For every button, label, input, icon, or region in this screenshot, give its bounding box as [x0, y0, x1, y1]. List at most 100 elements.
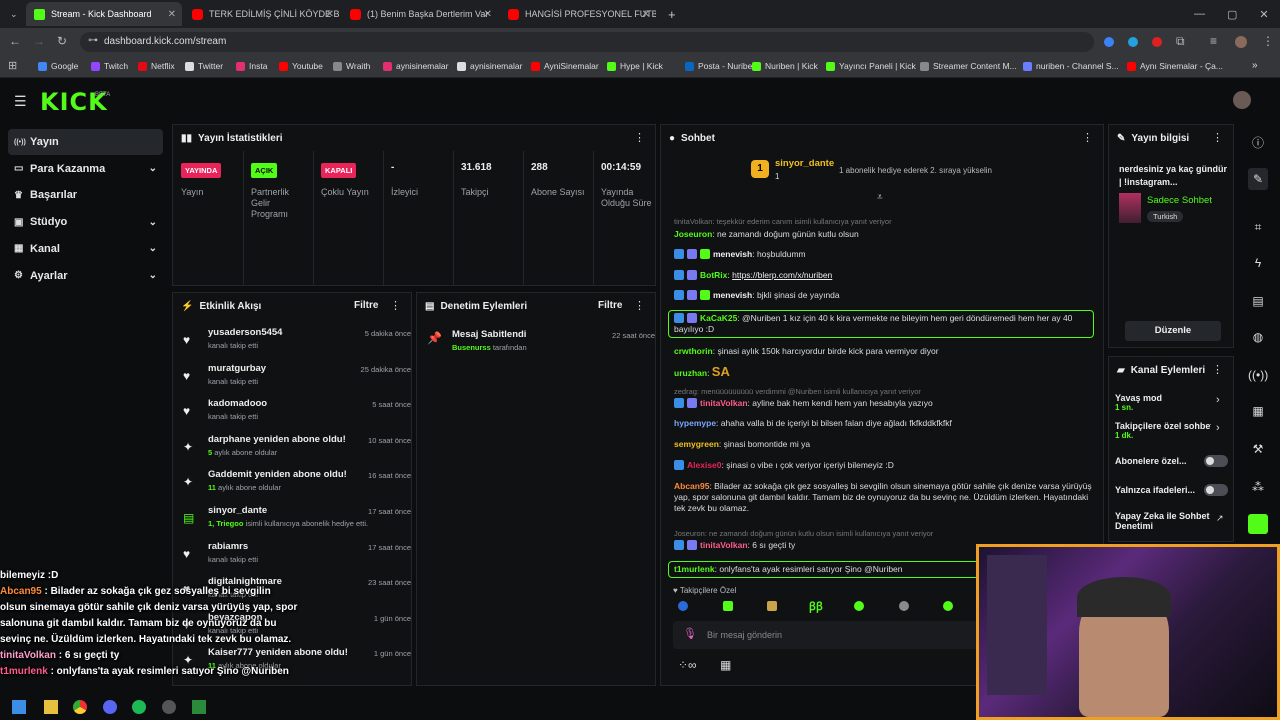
- broadcast-icon[interactable]: ((•)): [1248, 368, 1268, 382]
- emote-icon[interactable]: ꞵꞵ: [809, 599, 823, 614]
- spotify-icon[interactable]: [132, 700, 146, 714]
- bookmark-item[interactable]: AyniSinemalar: [531, 61, 599, 71]
- chat-username[interactable]: Joseuron: [674, 229, 712, 239]
- forward-icon[interactable]: →: [33, 34, 45, 48]
- sidebar-item-4[interactable]: ▦ Kanal ⌄: [8, 236, 163, 262]
- bookmark-item[interactable]: Streamer Content M...: [920, 61, 1017, 71]
- new-tab-icon[interactable]: +: [660, 2, 680, 26]
- filter-button[interactable]: Filtre: [598, 300, 622, 311]
- chat-message[interactable]: Alexise0: şinasi o vibe ı çok veriyor iç…: [674, 460, 1092, 471]
- tab-youtube-3[interactable]: HANGİSİ PROFESYONEL FUTBO ✕: [500, 2, 656, 26]
- app-icon[interactable]: [1248, 514, 1268, 534]
- toggle-switch[interactable]: [1204, 455, 1228, 467]
- bookmark-item[interactable]: Google: [38, 61, 78, 71]
- bolt-icon[interactable]: ϟ: [1248, 256, 1268, 270]
- chat-message[interactable]: menevish: hoşbuldumm: [674, 249, 1092, 260]
- chat-username[interactable]: Alexise0: [687, 460, 722, 470]
- chat-username[interactable]: KaCaK25: [700, 313, 737, 323]
- category-label[interactable]: Sadece Sohbet: [1147, 195, 1212, 206]
- event-name[interactable]: darphane yeniden abone oldu!: [208, 434, 346, 445]
- edit-button[interactable]: Düzenle: [1125, 321, 1221, 341]
- bookmark-item[interactable]: aynisinemalar: [457, 61, 522, 71]
- event-name[interactable]: sinyor_dante: [208, 505, 267, 516]
- emote-row[interactable]: ꞵꞵ: [676, 601, 976, 615]
- emote-icon[interactable]: [899, 601, 909, 611]
- hamburger-menu-icon[interactable]: ☰: [14, 93, 27, 110]
- wrench-icon[interactable]: ⚒: [1248, 442, 1268, 456]
- chat-reply-context[interactable]: tinitaVolkan: teşekkür ederim canım isim…: [674, 216, 1092, 227]
- obs-icon[interactable]: [162, 700, 176, 714]
- panel-menu-icon[interactable]: ⋮: [1082, 131, 1093, 144]
- event-name[interactable]: kadomadooo: [208, 398, 267, 409]
- chat-username[interactable]: uruzhan: [674, 368, 707, 378]
- event-name[interactable]: yusaderson5454: [208, 327, 282, 338]
- server-icon[interactable]: ▦: [1248, 404, 1268, 418]
- chat-username[interactable]: menevish: [713, 290, 752, 300]
- maximize-icon[interactable]: ▢: [1227, 8, 1237, 21]
- chat-message[interactable]: BotRix: https://blerp.com/x/nuriben: [674, 270, 1092, 281]
- chat-username[interactable]: tinitaVolkan: [700, 540, 748, 550]
- extensions-puzzle-icon[interactable]: ⧉: [1176, 34, 1185, 49]
- bookmark-item[interactable]: Insta: [236, 61, 267, 71]
- dots-icon[interactable]: ⁂: [1248, 480, 1268, 494]
- chat-username[interactable]: tinitaVolkan: [700, 398, 748, 408]
- panel-menu-icon[interactable]: ⋮: [390, 299, 401, 312]
- bookmark-item[interactable]: Yayıncı Paneli | Kick: [826, 61, 916, 71]
- menu-kebab-icon[interactable]: ⋮: [1262, 34, 1274, 48]
- crop-icon[interactable]: ⌗: [1248, 220, 1268, 235]
- bookmark-item[interactable]: Aynı Sinemalar - Ça...: [1127, 61, 1223, 71]
- sidebar-item-1[interactable]: ▭ Para Kazanma ⌄: [8, 156, 163, 182]
- chevron-right-icon[interactable]: ›: [1216, 394, 1220, 406]
- external-link-icon[interactable]: ↗: [1216, 513, 1224, 524]
- chevron-right-icon[interactable]: ›: [1216, 422, 1220, 434]
- apps-grid-icon[interactable]: ⊞: [8, 59, 17, 72]
- user-avatar[interactable]: [1233, 91, 1251, 109]
- emote-icon[interactable]: [943, 601, 953, 611]
- url-field[interactable]: ⊶ dashboard.kick.com/stream: [80, 32, 1094, 52]
- reload-icon[interactable]: ↻: [57, 34, 67, 48]
- panel-menu-icon[interactable]: ⋮: [1212, 131, 1223, 144]
- chrome-icon[interactable]: [73, 700, 87, 714]
- chat-message[interactable]: hypemype: ahaha valla bi de içeriyi bi b…: [674, 418, 1092, 429]
- microphone-icon[interactable]: 🎙: [683, 627, 697, 640]
- chat-username[interactable]: menevish: [713, 249, 752, 259]
- close-icon[interactable]: ✕: [168, 9, 176, 20]
- chat-username[interactable]: hypemype: [674, 418, 716, 428]
- bookmark-item[interactable]: Twitter: [185, 61, 223, 71]
- emote-icon[interactable]: [678, 601, 688, 611]
- tab-youtube-1[interactable]: TERK EDİLMİŞ ÇİNLİ KÖYDE BİR ✕: [184, 2, 340, 26]
- profile-avatar[interactable]: [1235, 36, 1247, 48]
- more-bookmarks-icon[interactable]: »: [1252, 60, 1258, 71]
- chat-message[interactable]: uruzhan: SA: [674, 365, 1092, 379]
- sidebar-item-3[interactable]: ▣ Stüdyo ⌄: [8, 209, 163, 235]
- emote-icon[interactable]: [854, 601, 864, 611]
- back-icon[interactable]: ←: [9, 34, 21, 48]
- bookmark-item[interactable]: Wraith: [333, 61, 370, 71]
- sidebar-item-0[interactable]: ((•)) Yayın: [8, 129, 163, 155]
- pencil-icon[interactable]: ✎: [1248, 168, 1268, 190]
- event-name[interactable]: muratgurbay: [208, 363, 266, 374]
- channel-action[interactable]: Abonelere özel...: [1115, 456, 1211, 466]
- panel-menu-icon[interactable]: ⋮: [634, 299, 645, 312]
- emote-icon[interactable]: [723, 601, 733, 611]
- event-name[interactable]: Gaddemit yeniden abone oldu!: [208, 469, 347, 480]
- bookmark-item[interactable]: Nuriben | Kick: [752, 61, 818, 71]
- chat-username[interactable]: t1murlenk: [674, 564, 715, 574]
- bookmark-item[interactable]: Netflix: [138, 61, 175, 71]
- chat-message[interactable]: KaCaK25: @Nuriben 1 kız için 40 k kira v…: [668, 310, 1094, 338]
- chat-message[interactable]: crwthorin: şinasi aylık 150k harcıyordur…: [674, 346, 1092, 357]
- windows-start-icon[interactable]: [12, 700, 26, 714]
- document-icon[interactable]: ▤: [1248, 294, 1268, 308]
- sidebar-item-2[interactable]: ♛ Başarılar: [8, 182, 163, 208]
- chat-username[interactable]: Abcan95: [674, 481, 709, 491]
- pinned-user[interactable]: sinyor_dante: [775, 158, 834, 169]
- bookmark-item[interactable]: Posta - Nuriben: [685, 61, 757, 71]
- chat-reply-context[interactable]: Joseuron: ne zamandı doğum günün kutlu o…: [674, 528, 1092, 539]
- minimize-icon[interactable]: —: [1194, 8, 1205, 20]
- chat-reply-context[interactable]: zedrag: menüüüüüüüüü verdimmi @Nuriben i…: [674, 386, 1092, 397]
- chat-username[interactable]: crwthorin: [674, 346, 713, 356]
- close-icon[interactable]: ✕: [484, 9, 492, 20]
- store-icon[interactable]: ▦: [720, 658, 731, 672]
- channel-action[interactable]: Yalnızca ifadeleri...: [1115, 485, 1211, 495]
- panel-menu-icon[interactable]: ⋮: [634, 131, 645, 144]
